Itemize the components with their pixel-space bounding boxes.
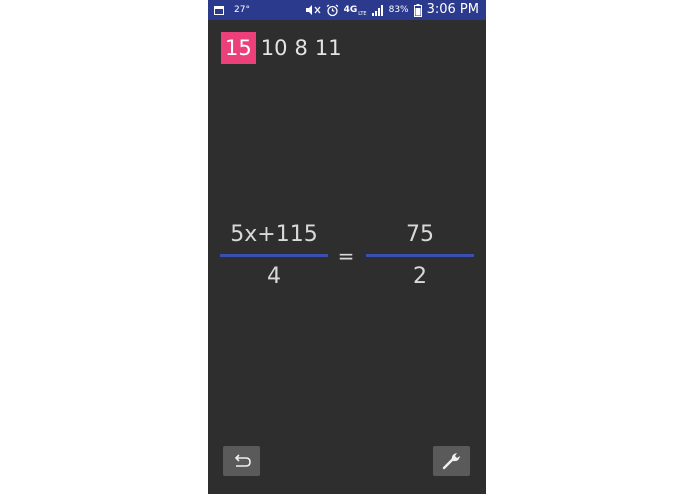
battery-percent: 83% [388,5,409,15]
number-tile[interactable]: 8 [291,32,310,64]
network-type: 4G LTE [344,2,367,18]
left-denominator[interactable]: 4 [220,264,328,290]
wrench-icon [442,453,460,470]
clock: 3:06 PM [426,2,479,17]
mute-icon [305,5,321,15]
network-label: 4G [343,5,358,15]
network-sub: LTE [358,11,367,17]
calendar-icon [214,5,224,15]
settings-button[interactable] [433,446,470,476]
status-left: 27° [214,2,250,18]
left-numerator[interactable]: 5x+115 [220,222,328,248]
right-denominator[interactable]: 2 [366,264,474,290]
temperature: 27° [234,5,250,15]
fraction-bar [220,254,328,257]
number-tile[interactable]: 11 [312,32,345,64]
battery-icon [413,3,422,17]
status-bar: 27° 4G LTE 83% 3:06 PM [208,0,486,20]
status-right: 4G LTE 83% 3:06 PM [305,2,479,18]
number-tiles: 15 10 8 11 [221,32,346,64]
right-numerator[interactable]: 75 [366,222,474,248]
right-fraction: 75 2 [366,222,474,292]
number-tile[interactable]: 10 [258,32,291,64]
signal-icon [371,4,383,16]
number-tile-selected[interactable]: 15 [221,32,256,64]
alarm-icon [326,4,338,16]
undo-icon [234,454,251,467]
fraction-bar [366,254,474,257]
undo-button[interactable] [223,446,260,476]
left-fraction: 5x+115 4 [220,222,328,292]
phone-screen: 27° 4G LTE 83% 3:06 PM 15 10 8 11 5x+115… [208,0,486,494]
equals-sign: = [337,244,355,268]
